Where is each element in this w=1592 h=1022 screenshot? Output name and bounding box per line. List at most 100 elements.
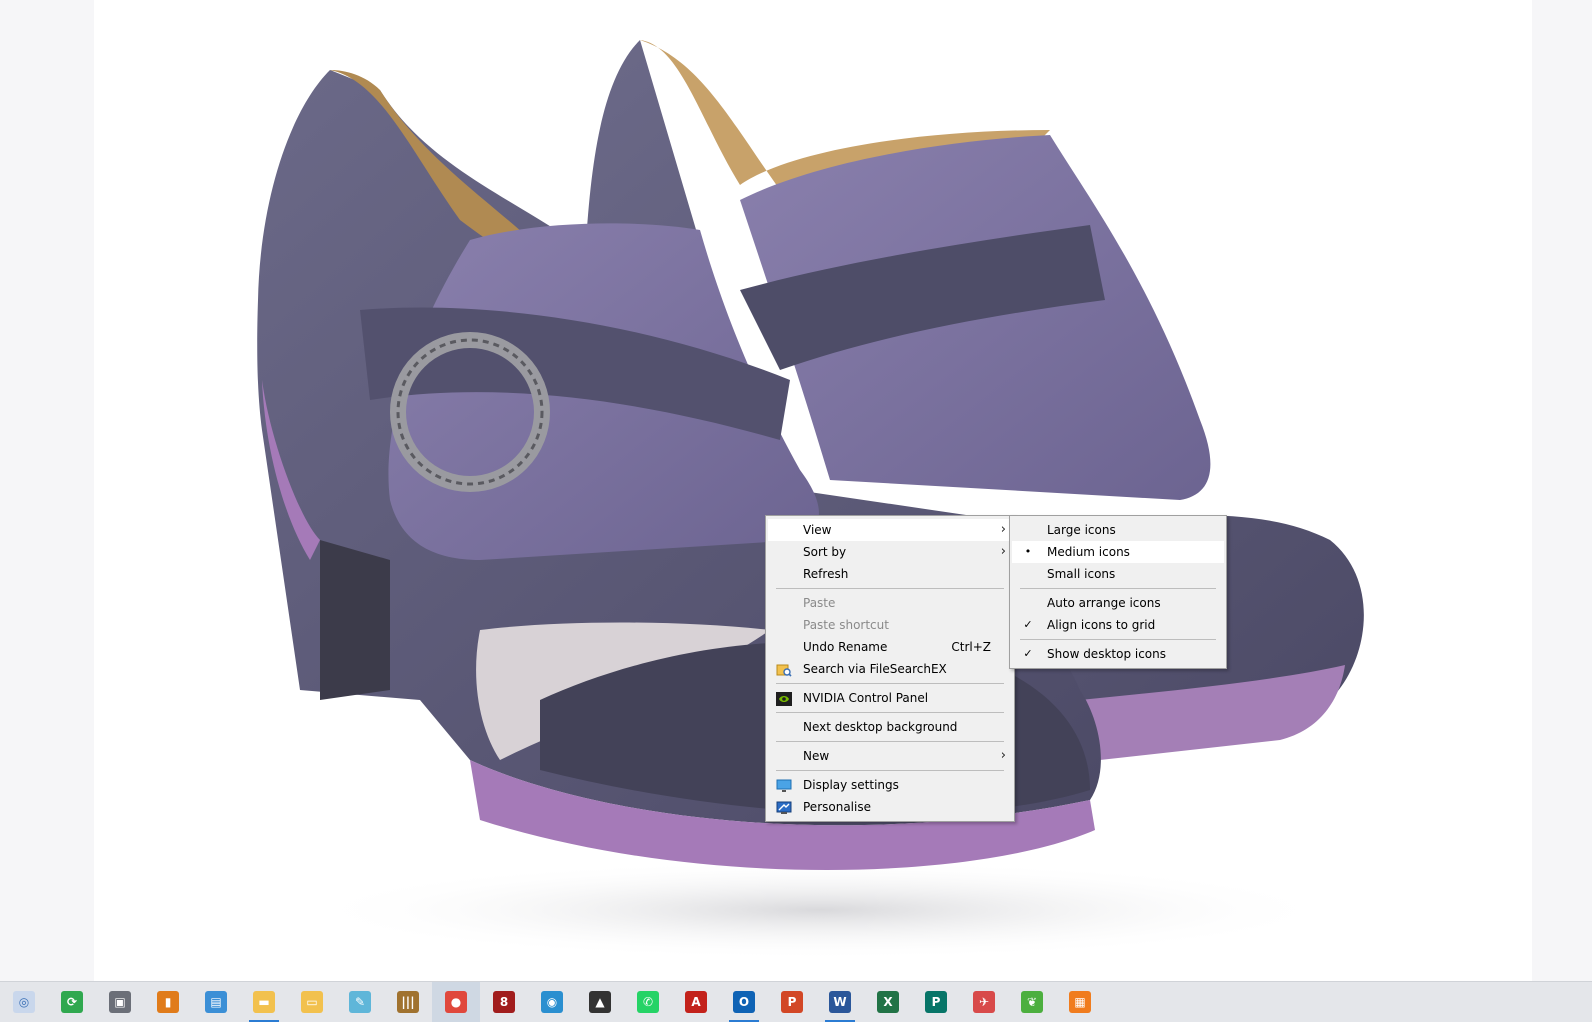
view-submenu: Large icons • Medium icons Small icons A… [1009, 515, 1227, 669]
taskbar-button-forklift[interactable]: ▣ [96, 982, 144, 1022]
chevron-right-icon: › [1000, 544, 1006, 559]
nvidia-icon [776, 691, 792, 706]
menu-separator [776, 770, 1004, 771]
folder-search-icon: ▭ [301, 991, 323, 1013]
menu-item-nvidia-control-panel[interactable]: NVIDIA Control Panel [768, 687, 1012, 709]
menu-separator [1020, 588, 1216, 589]
menu-item-refresh[interactable]: Refresh [768, 563, 1012, 585]
taskbar-button-pdf-tool[interactable]: ▦ [1056, 982, 1104, 1022]
menu-separator [776, 741, 1004, 742]
tool-icon: ✈ [973, 991, 995, 1013]
leaf-icon: ❦ [1021, 991, 1043, 1013]
menu-item-search-filesearchex-label: Search via FileSearchEX [803, 662, 947, 676]
submenu-item-medium-icons[interactable]: • Medium icons [1012, 541, 1224, 563]
camera-icon: ◉ [541, 991, 563, 1013]
submenu-item-large-icons-label: Large icons [1047, 523, 1116, 537]
submenu-item-large-icons[interactable]: Large icons [1012, 519, 1224, 541]
menu-item-undo-rename-label: Undo Rename [803, 640, 888, 654]
taskbar-button-file-explorer[interactable]: ▬ [240, 982, 288, 1022]
radio-bullet-icon: • [1024, 545, 1032, 558]
submenu-item-small-icons-label: Small icons [1047, 567, 1116, 581]
menu-item-nvidia-control-panel-label: NVIDIA Control Panel [803, 691, 929, 705]
taskbar-button-sync[interactable]: ⟳ [48, 982, 96, 1022]
chrome-icon: ● [445, 991, 467, 1013]
pdf-tool-icon: ▦ [1069, 991, 1091, 1013]
menu-item-next-desktop-background[interactable]: Next desktop background [768, 716, 1012, 738]
personalise-icon [776, 800, 792, 814]
menu-item-next-desktop-background-label: Next desktop background [803, 720, 958, 734]
taskbar-button-whatsapp[interactable]: ✆ [624, 982, 672, 1022]
menu-separator [776, 712, 1004, 713]
menu-item-new-label: New [803, 749, 830, 763]
taskbar-button-control-panel[interactable]: ▤ [192, 982, 240, 1022]
taskbar-button-acrobat[interactable]: A [672, 982, 720, 1022]
taskbar-button-folder-search[interactable]: ▭ [288, 982, 336, 1022]
taskbar-button-powerpoint[interactable]: P [768, 982, 816, 1022]
taskbar-button-leaf[interactable]: ❦ [1008, 982, 1056, 1022]
menu-item-paste-label: Paste [803, 596, 836, 610]
taskbar: ◎ ⟳ ▣ ▮ ▤ ▬ ▭ ✎ ||| ● 8 ◉ ▲ ✆ A O P W X P ✈ ❦ ▦ [0, 981, 1592, 1022]
whatsapp-icon: ✆ [637, 991, 659, 1013]
menu-item-paste-shortcut-label: Paste shortcut [803, 618, 889, 632]
taskbar-button-camera[interactable]: ◉ [528, 982, 576, 1022]
library-icon: ||| [397, 991, 419, 1013]
submenu-item-align-icons-to-grid-label: Align icons to grid [1047, 618, 1156, 632]
word-icon: W [829, 991, 851, 1013]
file-explorer-icon: ▬ [253, 991, 275, 1013]
wallpaper-image [257, 40, 1364, 960]
control-panel-icon: ▤ [205, 991, 227, 1013]
menu-item-personalise-label: Personalise [803, 800, 871, 814]
menu-item-paste-shortcut: Paste shortcut [768, 614, 1012, 636]
submenu-item-show-desktop-icons[interactable]: ✓ Show desktop icons [1012, 643, 1224, 665]
desktop-context-menu: View › Sort by › Refresh Paste Paste sho… [765, 515, 1015, 822]
taskbar-button-tool[interactable]: ✈ [960, 982, 1008, 1022]
menu-item-display-settings[interactable]: Display settings [768, 774, 1012, 796]
taskbar-button-outlook[interactable]: O [720, 982, 768, 1022]
menu-item-view-label: View [803, 523, 832, 537]
undo-shortcut-text: Ctrl+Z [951, 640, 991, 654]
menu-separator [776, 588, 1004, 589]
taskbar-button-library[interactable]: ||| [384, 982, 432, 1022]
taskbar-button-chrome[interactable]: ● [432, 982, 480, 1022]
menu-item-display-settings-label: Display settings [803, 778, 899, 792]
excel-icon: X [877, 991, 899, 1013]
menu-separator [776, 683, 1004, 684]
menu-item-new[interactable]: New › [768, 745, 1012, 767]
taskbar-button-word[interactable]: W [816, 982, 864, 1022]
checkmark-icon: ✓ [1023, 647, 1033, 660]
checkmark-icon: ✓ [1023, 618, 1033, 631]
recovery-icon: ◎ [13, 991, 35, 1013]
menu-item-undo-rename[interactable]: Undo Rename Ctrl+Z [768, 636, 1012, 658]
submenu-item-auto-arrange-icons-label: Auto arrange icons [1047, 596, 1161, 610]
photos-icon: ▲ [589, 991, 611, 1013]
menu-item-personalise[interactable]: Personalise [768, 796, 1012, 818]
taskbar-button-paint-shop[interactable]: 8 [480, 982, 528, 1022]
menu-item-search-filesearchex[interactable]: Search via FileSearchEX [768, 658, 1012, 680]
outlook-icon: O [733, 991, 755, 1013]
menu-item-sort-by-label: Sort by [803, 545, 847, 559]
chevron-right-icon: › [1000, 522, 1006, 537]
desktop-wallpaper[interactable] [0, 0, 1592, 981]
sync-icon: ⟳ [61, 991, 83, 1013]
taskbar-button-archive[interactable]: ▮ [144, 982, 192, 1022]
menu-separator [1020, 639, 1216, 640]
submenu-item-show-desktop-icons-label: Show desktop icons [1047, 647, 1167, 661]
paint-shop-icon: 8 [493, 991, 515, 1013]
taskbar-button-excel[interactable]: X [864, 982, 912, 1022]
submenu-item-small-icons[interactable]: Small icons [1012, 563, 1224, 585]
taskbar-button-recovery[interactable]: ◎ [0, 982, 48, 1022]
menu-item-sort-by[interactable]: Sort by › [768, 541, 1012, 563]
taskbar-button-publisher[interactable]: P [912, 982, 960, 1022]
powerpoint-icon: P [781, 991, 803, 1013]
archive-icon: ▮ [157, 991, 179, 1013]
publisher-icon: P [925, 991, 947, 1013]
taskbar-button-notepad[interactable]: ✎ [336, 982, 384, 1022]
submenu-item-align-icons-to-grid[interactable]: ✓ Align icons to grid [1012, 614, 1224, 636]
submenu-item-medium-icons-label: Medium icons [1047, 545, 1130, 559]
menu-item-view[interactable]: View › [768, 519, 1012, 541]
submenu-item-auto-arrange-icons[interactable]: Auto arrange icons [1012, 592, 1224, 614]
forklift-icon: ▣ [109, 991, 131, 1013]
taskbar-button-photos[interactable]: ▲ [576, 982, 624, 1022]
menu-item-refresh-label: Refresh [803, 567, 849, 581]
acrobat-icon: A [685, 991, 707, 1013]
